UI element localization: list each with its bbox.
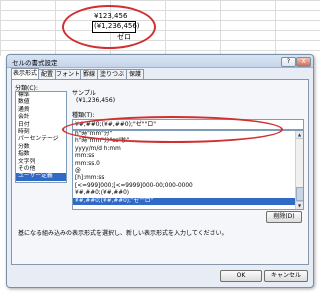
description-text: 基になる組み込みの表示形式を選択し、新しい表示形式を入力してください。 <box>18 230 228 237</box>
scroll-down-icon[interactable]: ▼ <box>296 201 303 209</box>
format-item[interactable]: ¥#,##0;(¥#,##0) <box>73 190 303 197</box>
tab-border[interactable]: 罫線 <box>80 69 98 79</box>
category-item[interactable]: 会計 <box>16 114 66 121</box>
highlight-oval-type <box>62 116 283 143</box>
close-button[interactable]: X <box>296 57 311 67</box>
sample-value: (¥1,236,456) <box>76 97 116 104</box>
category-list[interactable]: 標準 数値 通貨 会計 日付 時刻 パーセンテージ 分数 指数 文字列 その他 ユーザー定義 <box>15 91 67 183</box>
help-button[interactable]: ? <box>281 57 296 67</box>
format-cells-dialog: セルの書式設定 ? X 表示形式 配置 フォント 罫線 塗りつぶし 保護 分類(… <box>6 54 314 288</box>
category-item[interactable]: 日付 <box>16 122 66 129</box>
dialog-title: セルの書式設定 <box>12 59 58 67</box>
dialog-titlebar[interactable]: セルの書式設定 ? X <box>7 55 313 68</box>
format-item[interactable]: [<=999]000;[<=9999]000-00;000-0000 <box>73 183 303 190</box>
type-label: 種類(T): <box>72 112 95 119</box>
number-format-panel: 分類(C): 標準 数値 通貨 会計 日付 時刻 パーセンテージ 分数 指数 文字列 その他 ユーザー… <box>11 79 309 265</box>
delete-button[interactable]: 削除(D) <box>266 211 302 223</box>
sample-label: サンプル <box>72 90 96 97</box>
format-item[interactable]: @ <box>73 168 303 175</box>
highlight-oval-cells <box>62 5 156 49</box>
spreadsheet-grid[interactable] <box>0 0 320 56</box>
category-item[interactable]: パーセンテージ <box>16 136 66 143</box>
format-item[interactable]: ¥#,##0;(¥#,##0);"ゼ""ロ" <box>73 197 303 205</box>
format-item[interactable]: [h]:mm:ss <box>73 175 303 182</box>
tab-alignment[interactable]: 配置 <box>38 69 56 79</box>
category-item[interactable]: 指数 <box>16 151 66 158</box>
cancel-button[interactable]: キャンセル <box>264 270 308 282</box>
category-item[interactable]: 文字列 <box>16 159 66 166</box>
format-list-scrollbar[interactable]: ▲ ▼ <box>295 131 303 209</box>
ok-button[interactable]: OK <box>220 270 262 282</box>
category-item[interactable]: 数値 <box>16 99 66 106</box>
format-item[interactable]: mm:ss.0 <box>73 161 303 168</box>
format-item[interactable]: mm:ss <box>73 153 303 160</box>
tab-fill[interactable]: 塗りつぶし <box>97 69 127 87</box>
format-item[interactable]: yyyy/m/d h:mm <box>73 146 303 153</box>
category-item[interactable]: ユーザー定義 <box>16 173 66 181</box>
tab-font[interactable]: フォント <box>55 69 81 79</box>
scroll-thumb[interactable] <box>296 187 303 201</box>
scroll-up-icon[interactable]: ▲ <box>296 131 303 139</box>
tab-protection[interactable]: 保護 <box>126 69 144 79</box>
